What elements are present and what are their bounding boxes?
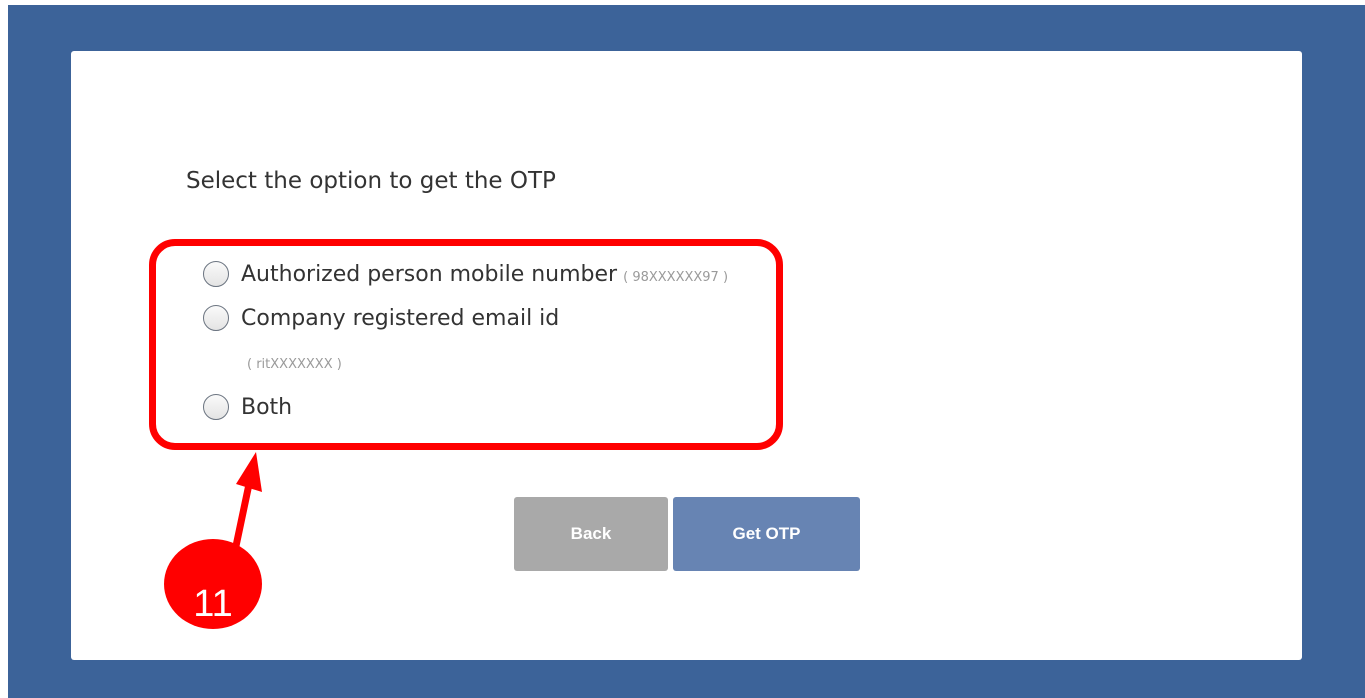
get-otp-button[interactable]: Get OTP — [673, 497, 860, 571]
option-email-hint: ( ritXXXXXXX ) — [247, 357, 342, 372]
radio-icon[interactable] — [203, 394, 229, 420]
otp-prompt: Select the option to get the OTP — [186, 168, 556, 194]
option-mobile-label: Authorized person mobile number — [241, 261, 618, 287]
option-email[interactable]: Company registered email id — [203, 305, 559, 331]
option-mobile[interactable]: Authorized person mobile number ( 98XXXX… — [203, 261, 728, 287]
option-both-label: Both — [241, 394, 293, 420]
option-mobile-hint: ( 98XXXXXX97 ) — [623, 269, 729, 285]
step-number: 11 — [193, 583, 233, 625]
back-button[interactable]: Back — [514, 497, 668, 571]
radio-icon[interactable] — [203, 305, 229, 331]
option-email-label: Company registered email id — [241, 305, 560, 331]
step-number-badge: 11 — [164, 539, 262, 629]
radio-icon[interactable] — [203, 261, 229, 287]
option-both[interactable]: Both — [203, 394, 292, 420]
